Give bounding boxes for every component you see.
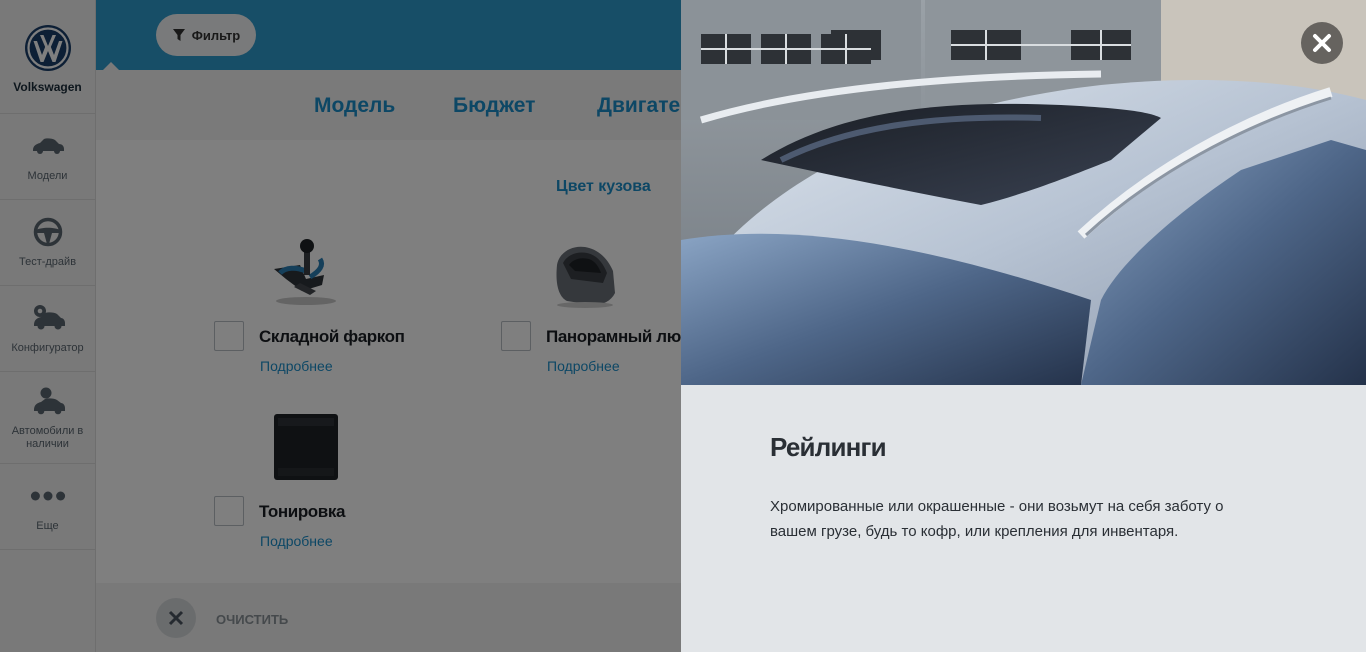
close-icon	[1313, 34, 1331, 52]
roof-rails-photo	[681, 0, 1366, 385]
close-button[interactable]	[1301, 22, 1343, 64]
panel-title: Рейлинги	[770, 432, 887, 462]
panel-description: Хромированные или окрашенные - они возьм…	[770, 498, 1224, 540]
detail-panel: Рейлинги Хромированные или окрашенные - …	[681, 0, 1366, 652]
